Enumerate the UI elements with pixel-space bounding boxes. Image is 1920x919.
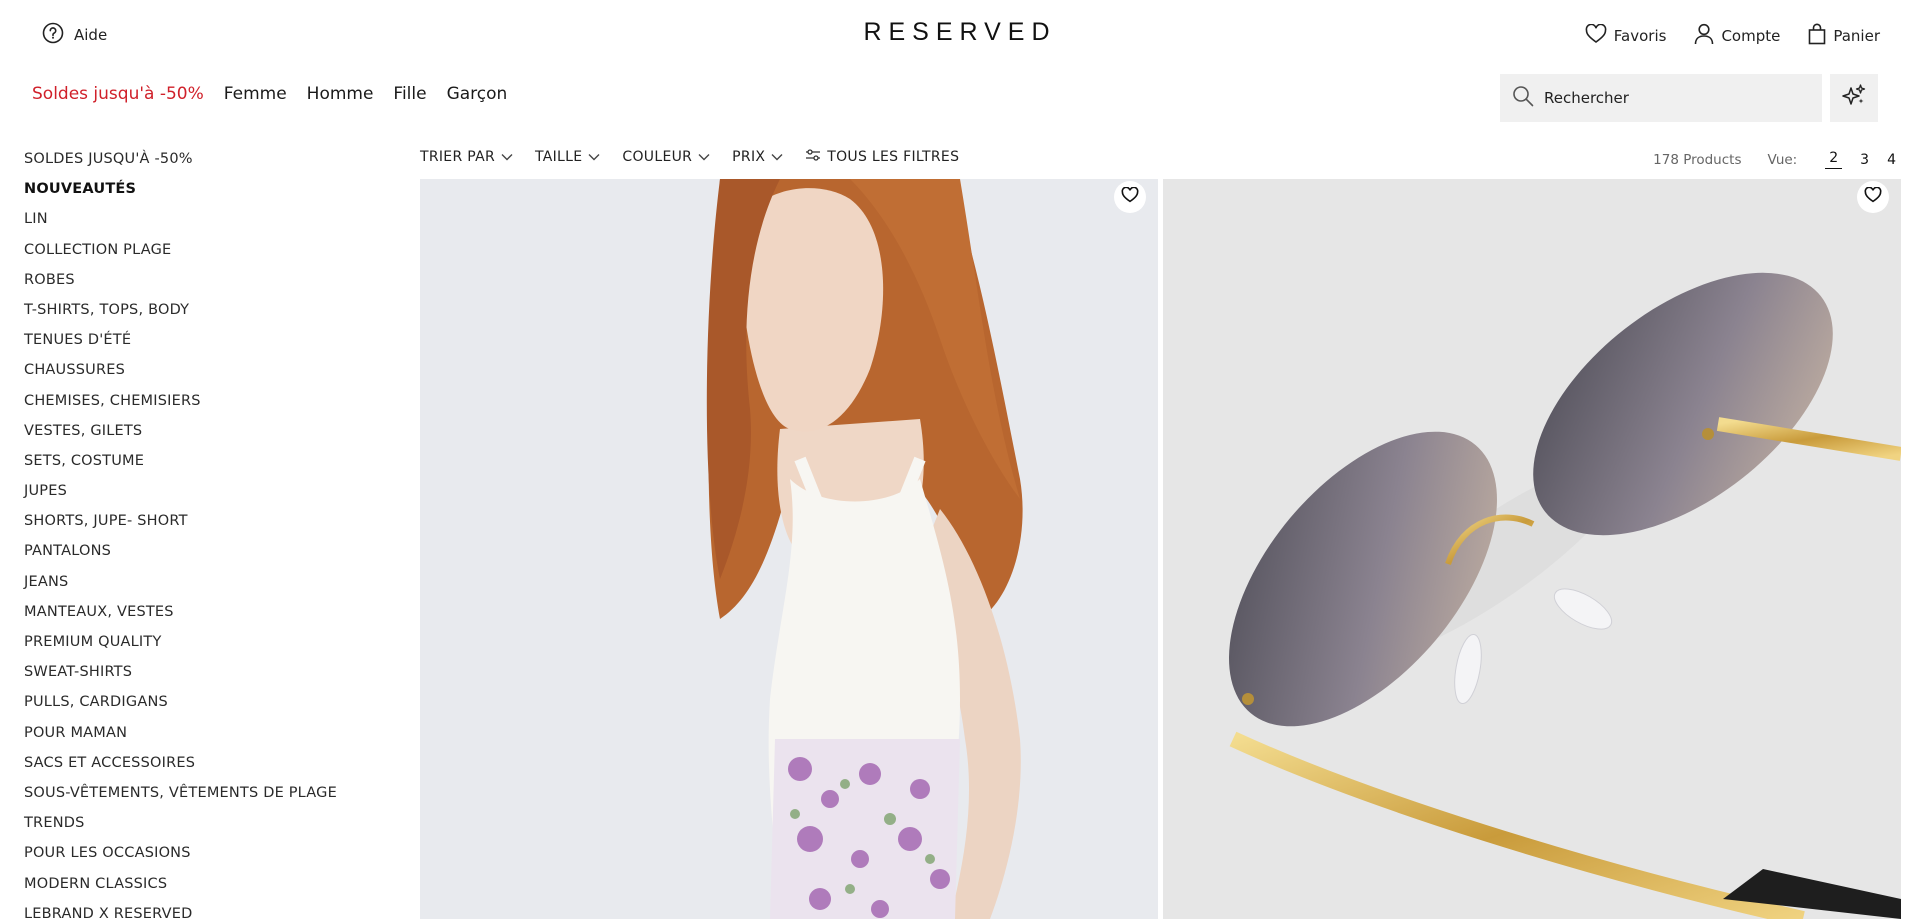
sidebar-item-chaussures[interactable]: CHAUSSURES	[24, 361, 384, 391]
sidebar-item-lin[interactable]: LIN	[24, 210, 384, 240]
view-option-3[interactable]: 3	[1860, 152, 1869, 168]
sidebar-item-trends[interactable]: TRENDS	[24, 814, 384, 844]
sidebar-item-jupes[interactable]: JUPES	[24, 482, 384, 512]
sidebar-item-lebrand[interactable]: LEBRAND X RESERVED	[24, 905, 384, 919]
account-actions: Favoris Compte Panier	[1585, 23, 1880, 49]
account-link[interactable]: Compte	[1694, 23, 1780, 49]
main-nav: Soldes jusqu'à -50% Femme Homme Fille Ga…	[32, 84, 507, 104]
help-icon	[42, 22, 64, 48]
sort-label: TRIER PAR	[420, 149, 495, 165]
help-link[interactable]: Aide	[42, 22, 107, 48]
price-dropdown[interactable]: PRIX	[732, 148, 783, 166]
color-label: COULEUR	[622, 149, 693, 165]
bag-icon	[1808, 23, 1826, 49]
sidebar-item-robes[interactable]: ROBES	[24, 271, 384, 301]
product-image[interactable]	[1163, 179, 1901, 919]
sidebar-item-occasions[interactable]: POUR LES OCCASIONS	[24, 844, 384, 874]
nav-item-sale[interactable]: Soldes jusqu'à -50%	[32, 84, 204, 104]
product-count: 178 Products	[1653, 151, 1742, 168]
chevron-down-icon	[771, 149, 783, 165]
cart-label: Panier	[1833, 27, 1880, 45]
sidebar-item-shorts[interactable]: SHORTS, JUPE- SHORT	[24, 512, 384, 542]
help-label: Aide	[74, 26, 108, 44]
chevron-down-icon	[698, 149, 710, 165]
sidebar-item-pour-maman[interactable]: POUR MAMAN	[24, 724, 384, 754]
category-sidebar: SOLDES JUSQU'À -50% NOUVEAUTÉS LIN COLLE…	[24, 150, 384, 919]
sidebar-item-manteaux[interactable]: MANTEAUX, VESTES	[24, 603, 384, 633]
sidebar-item-sweat-shirts[interactable]: SWEAT-SHIRTS	[24, 663, 384, 693]
logo-text[interactable]: RESERVED	[863, 18, 1056, 46]
nav-item-homme[interactable]: Homme	[307, 84, 374, 104]
all-filters-button[interactable]: TOUS LES FILTRES	[805, 148, 959, 166]
view-option-2[interactable]: 2	[1825, 150, 1843, 169]
ai-assistant-button[interactable]	[1830, 74, 1878, 122]
top-bar: Aide RESERVED Favoris Compte Panier	[0, 0, 1920, 68]
nav-item-garcon[interactable]: Garçon	[447, 84, 508, 104]
sidebar-item-sacs[interactable]: SACS ET ACCESSOIRES	[24, 754, 384, 784]
user-icon	[1694, 23, 1714, 49]
sidebar-item-sets[interactable]: SETS, COSTUME	[24, 452, 384, 482]
sidebar-item-pantalons[interactable]: PANTALONS	[24, 542, 384, 572]
color-dropdown[interactable]: COULEUR	[622, 148, 710, 166]
cart-link[interactable]: Panier	[1808, 23, 1880, 49]
chevron-down-icon	[588, 149, 600, 165]
price-label: PRIX	[732, 149, 766, 165]
view-label: Vue:	[1767, 151, 1798, 168]
chevron-down-icon	[501, 149, 513, 165]
sidebar-item-modern-classics[interactable]: MODERN CLASSICS	[24, 875, 384, 905]
sidebar-item-tenues-ete[interactable]: TENUES D'ÉTÉ	[24, 331, 384, 361]
view-option-4[interactable]: 4	[1887, 152, 1896, 168]
heart-icon	[1585, 23, 1607, 48]
favorite-button[interactable]	[1857, 181, 1889, 213]
size-label: TAILLE	[534, 149, 583, 165]
account-label: Compte	[1721, 27, 1781, 45]
favorite-button[interactable]	[1114, 181, 1146, 213]
sidebar-item-soldes[interactable]: SOLDES JUSQU'À -50%	[24, 150, 384, 180]
sidebar-item-vestes-gilets[interactable]: VESTES, GILETS	[24, 422, 384, 452]
product-card[interactable]	[1163, 179, 1901, 919]
sparkle-icon	[1841, 83, 1867, 113]
search-bar[interactable]	[1500, 74, 1822, 122]
sort-dropdown[interactable]: TRIER PAR	[420, 148, 513, 166]
sidebar-item-premium[interactable]: PREMIUM QUALITY	[24, 633, 384, 663]
sidebar-item-nouveautes[interactable]: NOUVEAUTÉS	[24, 180, 384, 210]
sidebar-item-sous-vetements[interactable]: SOUS-VÊTEMENTS, VÊTEMENTS DE PLAGE	[24, 784, 384, 814]
product-card[interactable]	[420, 179, 1158, 919]
size-dropdown[interactable]: TAILLE	[535, 148, 600, 166]
search-input[interactable]	[1544, 89, 1804, 107]
sliders-icon	[805, 148, 821, 166]
sidebar-item-collection-plage[interactable]: COLLECTION PLAGE	[24, 241, 384, 271]
sidebar-item-tshirts[interactable]: T-SHIRTS, TOPS, BODY	[24, 301, 384, 331]
heart-icon	[1864, 186, 1882, 207]
product-image[interactable]	[420, 179, 1158, 919]
heart-icon	[1121, 186, 1139, 207]
nav-item-femme[interactable]: Femme	[224, 84, 287, 104]
all-filters-label: TOUS LES FILTRES	[827, 149, 960, 165]
sidebar-item-pulls[interactable]: PULLS, CARDIGANS	[24, 693, 384, 723]
nav-item-fille[interactable]: Fille	[393, 84, 426, 104]
search-icon	[1512, 85, 1534, 111]
sidebar-item-jeans[interactable]: JEANS	[24, 573, 384, 603]
filter-bar: TRIER PAR TAILLE COULEUR PRIX TOUS LES F…	[420, 148, 959, 166]
sidebar-item-chemises[interactable]: CHEMISES, CHEMISIERS	[24, 392, 384, 422]
favorites-link[interactable]: Favoris	[1585, 23, 1667, 49]
results-meta: 178 Products Vue: 2 3 4	[1653, 150, 1896, 169]
favorites-label: Favoris	[1613, 27, 1667, 45]
